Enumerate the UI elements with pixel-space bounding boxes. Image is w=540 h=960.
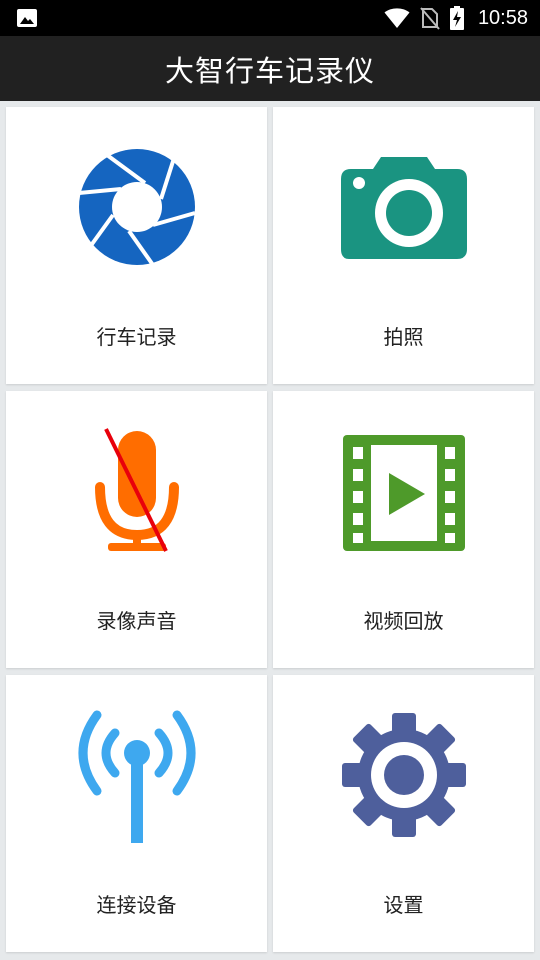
menu-item-record-audio[interactable]: 录像声音: [6, 391, 267, 668]
status-bar: 10:58: [0, 0, 540, 36]
battery-charging-icon: [449, 6, 464, 30]
clock: 10:58: [477, 6, 528, 29]
menu-item-label: 视频回放: [363, 609, 444, 633]
menu-item-label: 拍照: [383, 325, 424, 349]
image-notification-icon: [17, 9, 37, 27]
app-bar: 大智行车记录仪: [0, 36, 540, 101]
gear-icon: [341, 713, 466, 837]
wifi-icon: [384, 8, 410, 28]
menu-item-label: 行车记录: [96, 325, 177, 349]
no-sim-icon: [420, 7, 440, 30]
page-title: 大智行车记录仪: [164, 53, 375, 88]
menu-item-label: 录像声音: [96, 609, 177, 633]
microphone-muted-icon: [94, 428, 179, 552]
camera-icon: [340, 157, 467, 259]
video-film-icon: [342, 435, 465, 551]
menu-grid: 行车记录 拍照 录像声音 视频回放 连接设备 设置: [0, 101, 540, 960]
menu-item-connect-device[interactable]: 连接设备: [6, 675, 267, 952]
menu-item-driving-record[interactable]: 行车记录: [6, 107, 267, 384]
aperture-icon: [78, 149, 196, 267]
antenna-signal-icon: [78, 710, 195, 843]
status-icons: 10:58: [384, 4, 528, 32]
menu-item-settings[interactable]: 设置: [273, 675, 534, 952]
menu-item-label: 设置: [383, 893, 424, 917]
menu-item-photo[interactable]: 拍照: [273, 107, 534, 384]
menu-item-label: 连接设备: [96, 893, 177, 917]
menu-item-video-playback[interactable]: 视频回放: [273, 391, 534, 668]
